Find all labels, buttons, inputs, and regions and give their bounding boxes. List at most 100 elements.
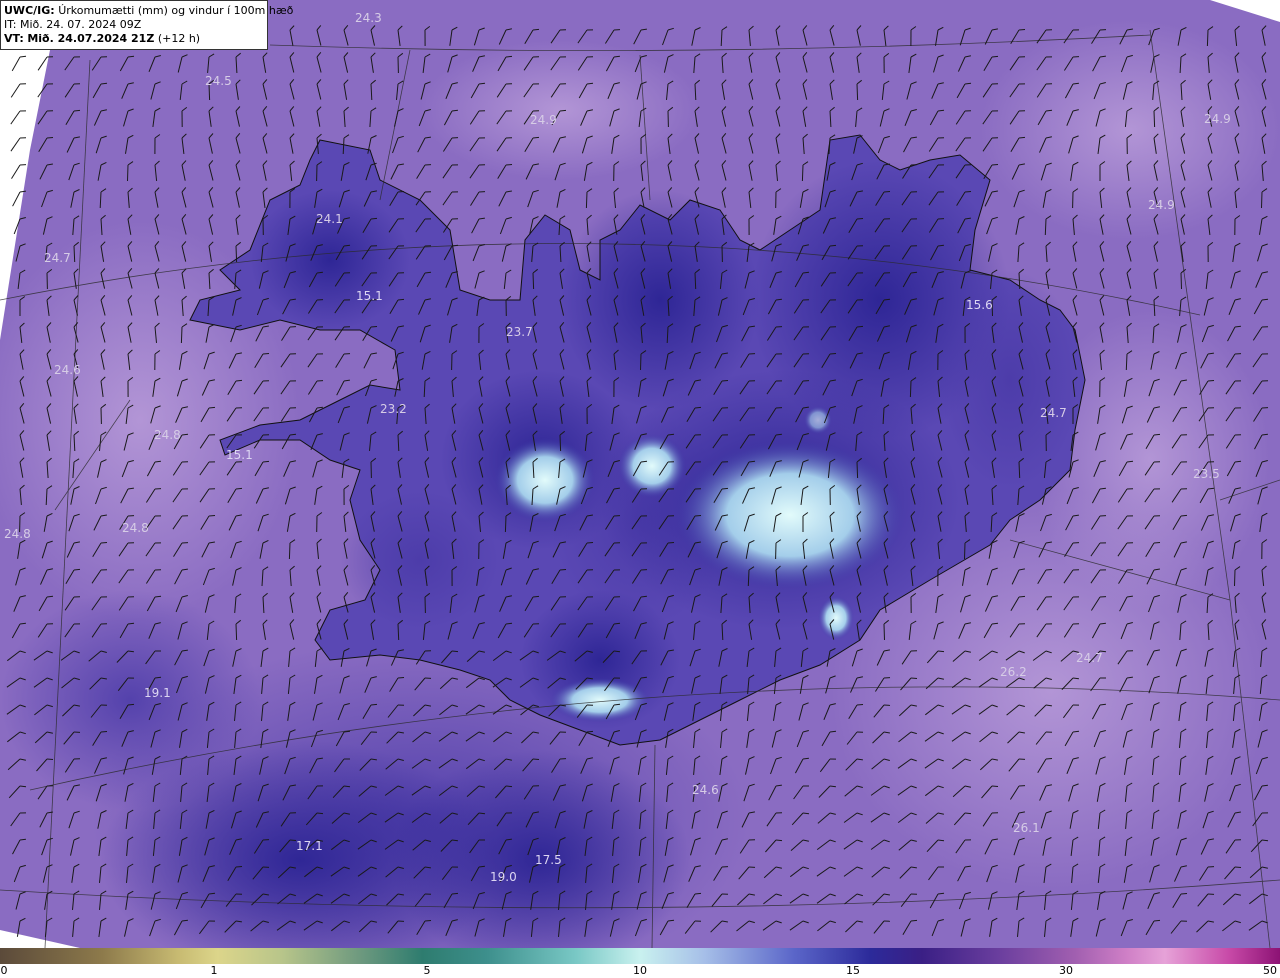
- wind-barb-feather: [127, 703, 135, 706]
- precipitable-water-map[interactable]: [0, 0, 1280, 948]
- wind-barb-feather: [1261, 839, 1269, 842]
- wind-barb-feather: [73, 568, 81, 571]
- wind-barb-feather: [208, 406, 216, 409]
- wind-barb-feather: [424, 271, 432, 274]
- wind-barb-feather: [991, 785, 999, 787]
- wind-barb-feather: [1153, 542, 1161, 544]
- map-value-label: 24.7: [44, 251, 71, 265]
- map-value-label: 24.8: [122, 521, 149, 535]
- wind-barb-feather: [559, 569, 567, 571]
- wind-barb-feather: [235, 866, 243, 868]
- wind-barb-feather: [19, 785, 27, 788]
- wind-barb-feather: [397, 191, 405, 193]
- wind-barb-feather: [937, 892, 945, 895]
- wind-barb-shaft: [397, 623, 400, 641]
- map-value-label: 15.1: [226, 448, 253, 462]
- map-value-label: 24.1: [316, 212, 343, 226]
- wind-barb-feather: [1045, 569, 1053, 571]
- wind-barb-feather: [532, 758, 540, 760]
- initial-time: IT: Mið. 24. 07. 2024 09Z: [4, 18, 142, 31]
- wind-barb-shaft: [964, 542, 966, 560]
- wind-barb-feather: [397, 298, 405, 301]
- color-scale-tick: 5: [423, 964, 431, 977]
- wind-barb-feather: [667, 433, 675, 436]
- wind-barb-feather: [694, 406, 702, 409]
- wind-barb-feather: [1261, 298, 1269, 301]
- wind-barb-shaft: [1044, 218, 1047, 236]
- wind-barb-feather: [46, 137, 54, 139]
- map-value-label: 24.9: [530, 113, 557, 127]
- wind-barb-feather: [613, 703, 621, 706]
- wind-barb-feather: [1018, 29, 1026, 31]
- product-title-row: UWC/IG: Úrkomumætti (mm) og vindur í 100…: [4, 4, 293, 18]
- color-scale-tick: 30: [1059, 964, 1073, 977]
- wind-barb-feather: [208, 892, 216, 895]
- wind-barb-shaft: [1125, 353, 1128, 371]
- wind-barb-feather: [451, 892, 459, 895]
- wind-barb-feather: [235, 487, 243, 490]
- wind-barb-feather: [910, 677, 918, 679]
- wind-barb-feather: [505, 622, 513, 625]
- wind-barb-shaft: [1153, 110, 1156, 128]
- map-value-label: 15.1: [356, 289, 383, 303]
- wind-barb-shaft: [909, 380, 912, 398]
- wind-barb-feather: [343, 785, 351, 788]
- valid-time-label: VT:: [4, 32, 24, 45]
- wind-barb-shaft: [1234, 569, 1236, 587]
- wind-barb-feather: [856, 325, 864, 328]
- wind-barb-feather: [478, 82, 486, 85]
- wind-barb-feather: [73, 109, 81, 112]
- forecast-offset: (+12 h): [157, 32, 201, 45]
- wind-barb-feather: [883, 191, 891, 193]
- wind-barb-feather: [721, 380, 729, 382]
- map-value-label: 19.1: [144, 686, 171, 700]
- wind-barb-shaft: [1261, 191, 1263, 209]
- wind-barb-feather: [775, 839, 783, 842]
- wind-barb-feather: [1018, 595, 1026, 598]
- wind-barb-feather: [316, 812, 324, 815]
- product-code: UWC/IG:: [4, 4, 55, 17]
- wind-barb-feather: [937, 839, 945, 842]
- wind-barb-feather: [397, 677, 405, 679]
- valid-time-value: Mið. 24.07.2024 21Z: [27, 32, 155, 45]
- wind-barb-feather: [883, 298, 891, 301]
- valid-time-row: VT: Mið. 24.07.2024 21Z (+12 h): [4, 32, 264, 46]
- map-value-label: 24.6: [54, 363, 81, 377]
- wind-barb-feather: [856, 704, 864, 706]
- wind-barb-feather: [991, 55, 999, 58]
- wind-barb-feather: [46, 758, 54, 760]
- map-value-label: 15.6: [966, 298, 993, 312]
- wind-barb-feather: [1153, 919, 1161, 922]
- map-value-label: 24.8: [154, 428, 181, 442]
- wind-barb-feather: [19, 55, 27, 58]
- wind-barb-feather: [802, 812, 810, 815]
- wind-barb-feather: [235, 379, 243, 382]
- wind-barb-feather: [370, 326, 378, 328]
- map-value-label: 24.9: [1204, 112, 1231, 126]
- wind-barb-feather: [127, 622, 135, 625]
- wind-barb-feather: [46, 595, 54, 598]
- wind-barb-feather: [937, 650, 945, 653]
- color-scale-tick: 50: [1263, 964, 1277, 977]
- wind-barb-shaft: [559, 434, 562, 452]
- wind-barb-shaft: [504, 515, 507, 533]
- wind-barb-feather: [262, 353, 270, 355]
- wind-barb-feather: [829, 244, 837, 247]
- wind-barb-feather: [1207, 380, 1215, 382]
- wind-barb-feather: [1180, 893, 1188, 895]
- map-value-label: 23.2: [380, 402, 407, 416]
- wind-barb-feather: [964, 82, 972, 85]
- map-value-label: 19.0: [490, 870, 517, 884]
- wind-barb-feather: [991, 622, 999, 625]
- wind-barb-feather: [991, 164, 999, 166]
- wind-barb-feather: [856, 218, 864, 220]
- wind-barb-feather: [721, 487, 729, 490]
- wind-barb-shaft: [180, 326, 183, 344]
- map-value-label: 24.9: [1148, 198, 1175, 212]
- map-value-label: 23.5: [1193, 467, 1220, 481]
- wind-barb-shaft: [1018, 461, 1021, 479]
- wind-barb-feather: [964, 812, 972, 815]
- wind-barb-feather: [262, 460, 270, 463]
- wind-barb-feather: [181, 433, 189, 436]
- wind-barb-feather: [1180, 514, 1188, 517]
